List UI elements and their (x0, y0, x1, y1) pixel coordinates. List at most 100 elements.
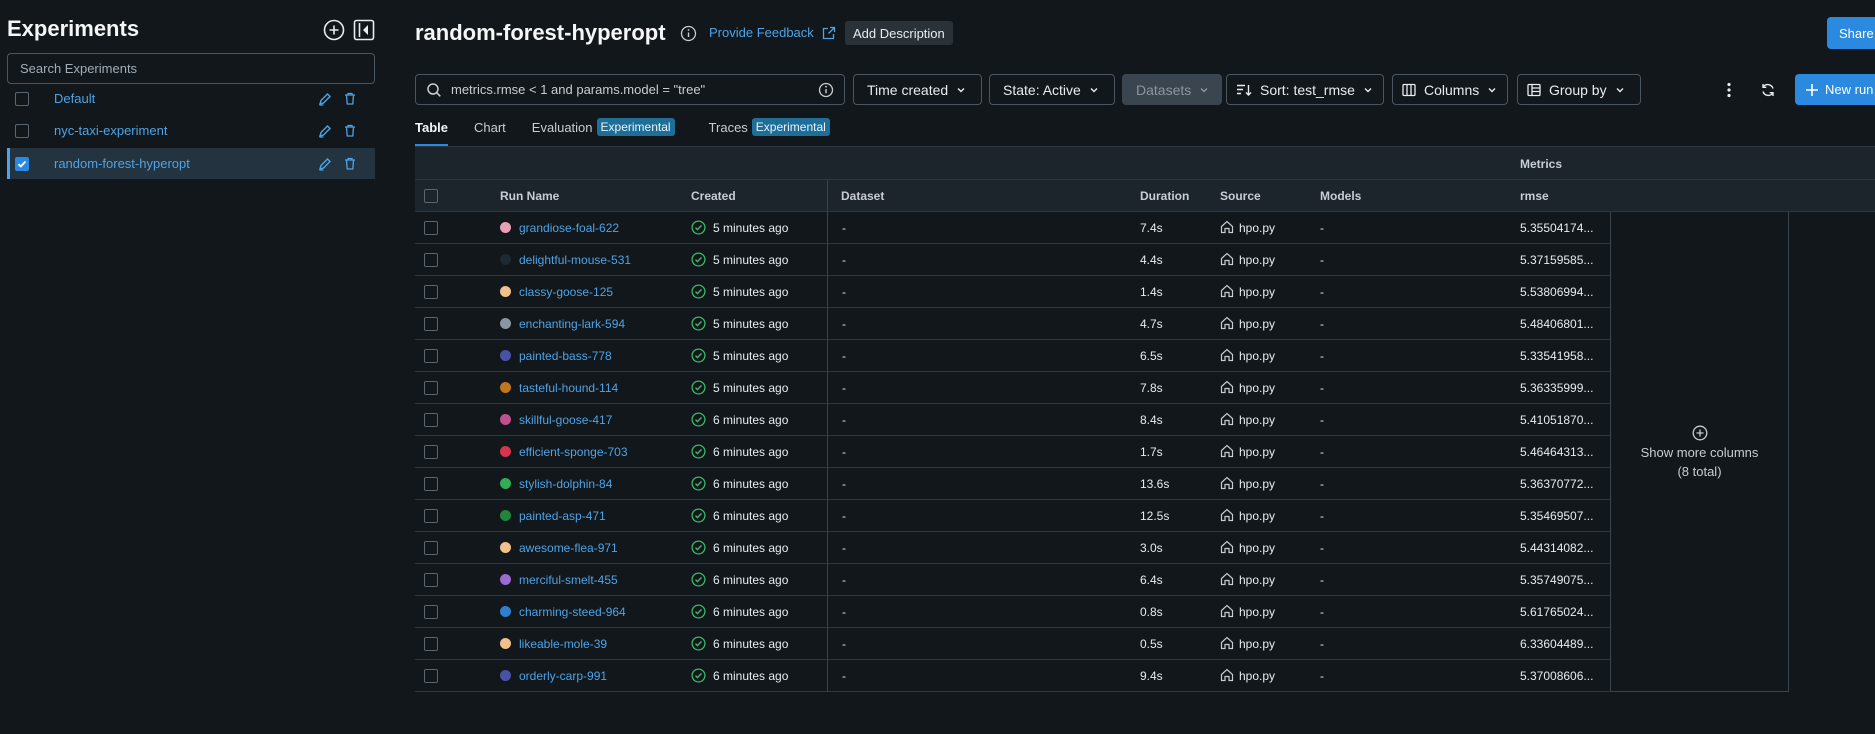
run-color-dot[interactable] (500, 574, 511, 585)
table-row[interactable]: painted-bass-778 5 minutes ago - 6.5s hpo.py… (415, 340, 1610, 372)
run-color-dot[interactable] (500, 478, 511, 489)
experiment-name[interactable]: nyc-taxi-experiment (54, 123, 318, 138)
state-dropdown[interactable]: State: Active (989, 74, 1115, 105)
source-value[interactable]: hpo.py (1239, 381, 1275, 395)
source-value[interactable]: hpo.py (1239, 253, 1275, 267)
row-checkbox[interactable] (424, 637, 438, 651)
collapse-sidebar-icon[interactable] (353, 19, 375, 41)
delete-icon[interactable] (344, 124, 356, 137)
table-row[interactable]: awesome-flea-971 6 minutes ago - 3.0s hpo.py… (415, 532, 1610, 564)
run-color-dot[interactable] (500, 414, 511, 425)
table-row[interactable]: stylish-dolphin-84 6 minutes ago - 13.6s hpo… (415, 468, 1610, 500)
run-color-dot[interactable] (500, 638, 511, 649)
column-header-models[interactable]: Models (1320, 189, 1361, 203)
run-name-link[interactable]: efficient-sponge-703 (519, 445, 628, 459)
run-filter-input[interactable] (451, 82, 809, 97)
run-name-link[interactable]: orderly-carp-991 (519, 669, 607, 683)
table-row[interactable]: charming-steed-964 6 minutes ago - 0.8s hpo.… (415, 596, 1610, 628)
source-value[interactable]: hpo.py (1239, 445, 1275, 459)
source-value[interactable]: hpo.py (1239, 221, 1275, 235)
table-row[interactable]: skillful-goose-417 6 minutes ago - 8.4s hpo.… (415, 404, 1610, 436)
row-checkbox[interactable] (424, 445, 438, 459)
run-color-dot[interactable] (500, 670, 511, 681)
info-icon[interactable] (680, 25, 697, 42)
run-color-dot[interactable] (500, 222, 511, 233)
run-name-link[interactable]: awesome-flea-971 (519, 541, 618, 555)
run-name-link[interactable]: charming-steed-964 (519, 605, 626, 619)
run-name-link[interactable]: delightful-mouse-531 (519, 253, 631, 267)
edit-icon[interactable] (318, 92, 332, 106)
table-row[interactable]: grandiose-foal-622 5 minutes ago - 7.4s hpo.… (415, 212, 1610, 244)
edit-icon[interactable] (318, 157, 332, 171)
run-color-dot[interactable] (500, 350, 511, 361)
row-checkbox[interactable] (424, 413, 438, 427)
run-name-link[interactable]: skillful-goose-417 (519, 413, 612, 427)
source-value[interactable]: hpo.py (1239, 285, 1275, 299)
delete-icon[interactable] (344, 157, 356, 170)
run-color-dot[interactable] (500, 606, 511, 617)
info-icon[interactable] (818, 82, 834, 98)
run-color-dot[interactable] (500, 286, 511, 297)
run-name-link[interactable]: merciful-smelt-455 (519, 573, 618, 587)
experiment-name[interactable]: random-forest-hyperopt (54, 156, 318, 171)
row-checkbox[interactable] (424, 605, 438, 619)
table-row[interactable]: orderly-carp-991 6 minutes ago - 9.4s hpo.py… (415, 660, 1610, 692)
table-row[interactable]: efficient-sponge-703 6 minutes ago - 1.7s hp… (415, 436, 1610, 468)
row-checkbox[interactable] (424, 317, 438, 331)
run-color-dot[interactable] (500, 542, 511, 553)
experiment-checkbox[interactable] (15, 123, 29, 138)
table-row[interactable]: delightful-mouse-531 5 minutes ago - 4.4s hp… (415, 244, 1610, 276)
row-checkbox[interactable] (424, 509, 438, 523)
row-checkbox[interactable] (424, 573, 438, 587)
column-header-run-name[interactable]: Run Name (500, 189, 559, 203)
run-name-link[interactable]: tasteful-hound-114 (519, 381, 618, 395)
run-color-dot[interactable] (500, 446, 511, 457)
provide-feedback-link[interactable]: Provide Feedback (709, 25, 836, 40)
table-row[interactable]: tasteful-hound-114 5 minutes ago - 7.8s hpo.… (415, 372, 1610, 404)
experiment-item-random-forest-hyperopt[interactable]: random-forest-hyperopt (7, 148, 375, 179)
row-checkbox[interactable] (424, 349, 438, 363)
run-name-link[interactable]: grandiose-foal-622 (519, 221, 619, 235)
tab-table[interactable]: Table (415, 120, 448, 146)
table-row[interactable]: enchanting-lark-594 5 minutes ago - 4.7s hpo… (415, 308, 1610, 340)
table-row[interactable]: classy-goose-125 5 minutes ago - 1.4s hpo.py… (415, 276, 1610, 308)
source-value[interactable]: hpo.py (1239, 477, 1275, 491)
source-value[interactable]: hpo.py (1239, 509, 1275, 523)
delete-icon[interactable] (344, 92, 356, 105)
run-name-link[interactable]: painted-asp-471 (519, 509, 606, 523)
column-header-rmse[interactable]: rmse (1520, 189, 1549, 203)
tab-evaluation[interactable]: Evaluation Experimental (532, 118, 675, 146)
source-value[interactable]: hpo.py (1239, 349, 1275, 363)
search-experiments-input[interactable] (7, 53, 375, 84)
source-value[interactable]: hpo.py (1239, 541, 1275, 555)
source-value[interactable]: hpo.py (1239, 637, 1275, 651)
tab-chart[interactable]: Chart (474, 120, 506, 146)
table-row[interactable]: painted-asp-471 6 minutes ago - 12.5s hpo.py… (415, 500, 1610, 532)
run-color-dot[interactable] (500, 510, 511, 521)
columns-dropdown[interactable]: Columns (1392, 74, 1508, 105)
row-checkbox[interactable] (424, 253, 438, 267)
row-checkbox[interactable] (424, 221, 438, 235)
source-value[interactable]: hpo.py (1239, 317, 1275, 331)
experiment-checkbox[interactable] (15, 91, 29, 106)
run-color-dot[interactable] (500, 318, 511, 329)
source-value[interactable]: hpo.py (1239, 573, 1275, 587)
run-name-link[interactable]: classy-goose-125 (519, 285, 613, 299)
run-filter-search[interactable] (415, 74, 845, 105)
refresh-icon[interactable] (1757, 79, 1779, 101)
time-created-dropdown[interactable]: Time created (853, 74, 982, 105)
sort-dropdown[interactable]: Sort: test_rmse (1226, 74, 1384, 105)
tab-traces[interactable]: Traces Experimental (709, 118, 830, 146)
datasets-dropdown[interactable]: Datasets (1122, 74, 1222, 105)
row-checkbox[interactable] (424, 669, 438, 683)
add-experiment-icon[interactable] (323, 19, 345, 41)
row-checkbox[interactable] (424, 477, 438, 491)
run-color-dot[interactable] (500, 254, 511, 265)
run-color-dot[interactable] (500, 382, 511, 393)
source-value[interactable]: hpo.py (1239, 413, 1275, 427)
share-button[interactable]: Share (1827, 17, 1875, 49)
select-all-checkbox[interactable] (424, 189, 438, 203)
column-header-duration[interactable]: Duration (1140, 189, 1189, 203)
add-description-button[interactable]: Add Description (845, 21, 953, 45)
run-name-link[interactable]: likeable-mole-39 (519, 637, 607, 651)
